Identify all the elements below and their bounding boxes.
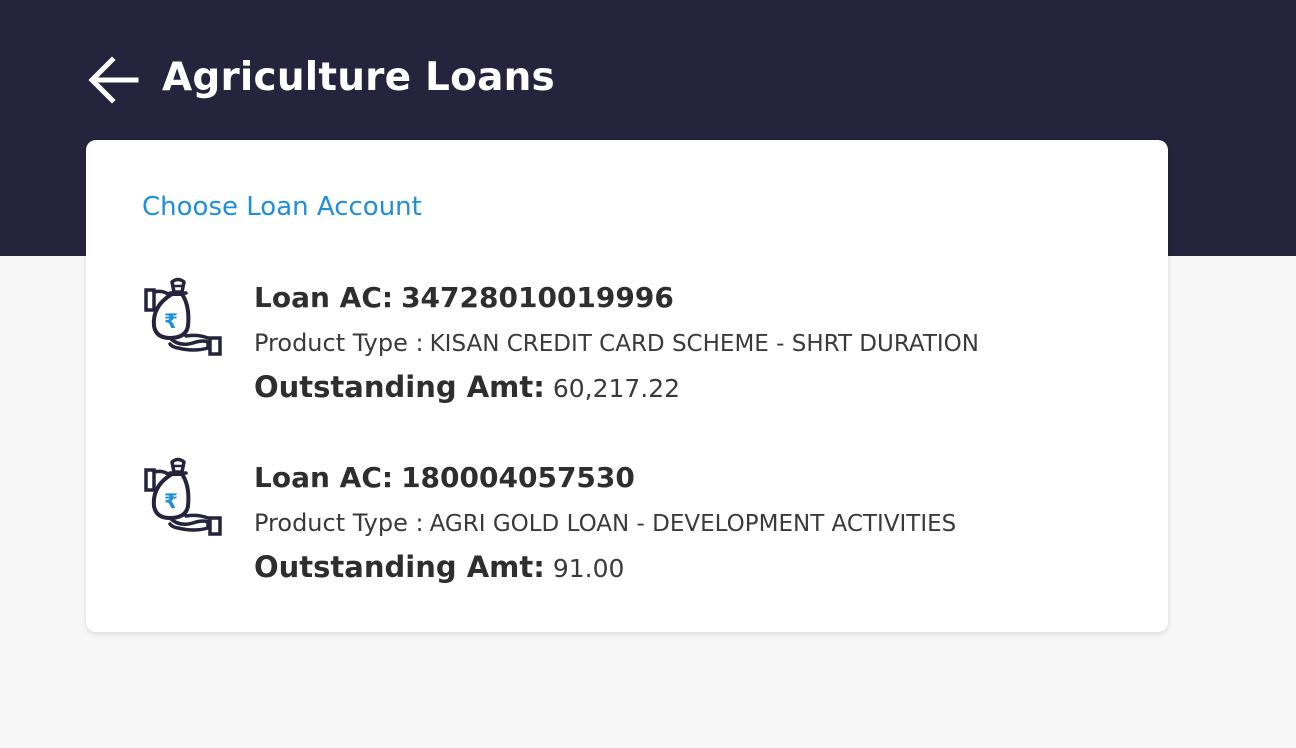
product-type: Product Type : KISAN CREDIT CARD SCHEME -… <box>254 327 979 360</box>
outstanding-amt-value: 91.00 <box>552 554 625 583</box>
outstanding-amt-label: Outstanding Amt: <box>254 550 545 584</box>
svg-text:₹: ₹ <box>164 309 178 333</box>
money-bag-hand-icon: ₹ <box>144 277 222 356</box>
loan-account-number: Loan AC: 34728010019996 <box>254 280 674 316</box>
loan-account-item[interactable]: ₹ Loan AC: 180004057530 Product Type : AGR… <box>142 456 1102 606</box>
loan-ac-value: 180004057530 <box>401 461 635 494</box>
product-type: Product Type : AGRI GOLD LOAN - DEVELOPME… <box>254 507 956 540</box>
svg-text:₹: ₹ <box>164 489 178 513</box>
product-type-label: Product Type : <box>254 329 424 357</box>
loan-account-number: Loan AC: 180004057530 <box>254 460 635 496</box>
loan-ac-value: 34728010019996 <box>401 281 674 314</box>
outstanding-amt-value: 60,217.22 <box>552 374 681 403</box>
loan-account-card: Choose Loan Account ₹ Loan AC: 3472801001… <box>86 140 1168 632</box>
loan-ac-label: Loan AC: <box>254 461 394 494</box>
outstanding-amount: Outstanding Amt: 91.00 <box>254 548 624 588</box>
outstanding-amount: Outstanding Amt: 60,217.22 <box>254 368 680 408</box>
money-bag-hand-icon: ₹ <box>144 457 222 536</box>
loan-ac-label: Loan AC: <box>254 281 394 314</box>
product-type-value: AGRI GOLD LOAN - DEVELOPMENT ACTIVITIES <box>429 511 957 537</box>
product-type-label: Product Type : <box>254 509 424 537</box>
loan-account-item[interactable]: ₹ Loan AC: 34728010019996 Product Type :K… <box>142 276 1102 426</box>
product-type-value: KISAN CREDIT CARD SCHEME - SHRT DURATION <box>429 331 979 357</box>
choose-loan-account-heading: Choose Loan Account <box>142 192 422 222</box>
outstanding-amt-label: Outstanding Amt: <box>254 370 545 404</box>
back-button[interactable] <box>86 53 140 107</box>
page-title: Agriculture Loans <box>162 55 555 100</box>
arrow-left-icon <box>88 56 139 104</box>
